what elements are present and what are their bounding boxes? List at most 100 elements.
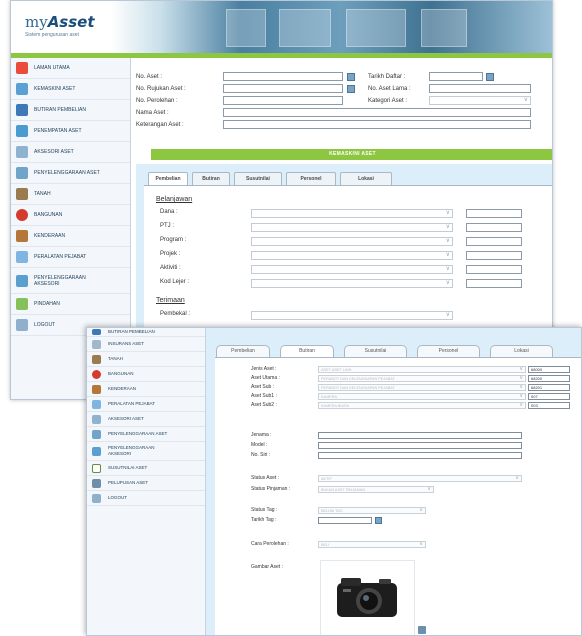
sidebar-item-label: Penyelenggaraan Aksesori [34, 274, 86, 287]
no-aset-lama-label: No. Aset Lama : [368, 86, 411, 92]
model-input[interactable] [318, 442, 522, 449]
program-select[interactable] [251, 237, 453, 246]
search-icon[interactable] [347, 85, 355, 93]
sidebar-item-aksesori-aset[interactable]: Aksesori Aset [87, 412, 205, 427]
sidebar-item-kenderaan[interactable]: Kenderaan [87, 382, 205, 397]
building-icon [92, 369, 101, 379]
jenis-aset-code[interactable]: 68000 [528, 366, 570, 373]
sidebar-item-tanah[interactable]: Tanah [11, 184, 130, 205]
purchase-icon [92, 329, 101, 335]
aset-utama-select[interactable]: PERABOT DAN KELENGKAPAN PEJABAT [318, 375, 526, 382]
sidebar-item-penyelenggaraan-aset[interactable]: Penyelenggaraan Aset [87, 427, 205, 442]
tab-lokasi[interactable]: Lokasi [490, 345, 553, 357]
sidebar-item-butiran-pembelian[interactable]: Butiran Pembelian [87, 328, 205, 337]
tarikh-tag-input[interactable] [318, 517, 372, 524]
dana-code-input[interactable] [466, 209, 522, 218]
sidebar-item-pindahan[interactable]: Pindahan [11, 294, 130, 315]
header-deco [346, 9, 406, 47]
sidebar-item-kenderaan[interactable]: Kenderaan [11, 226, 130, 247]
sidebar-item-label: Butiran Pembelian [108, 329, 155, 334]
sidebar-item-insurans-aset[interactable]: Insurans Aset [87, 337, 205, 352]
aset-sub1-select[interactable]: KAMERA [318, 393, 526, 400]
no-siri-input[interactable] [318, 452, 522, 459]
program-code-input[interactable] [466, 237, 522, 246]
tab-pembelian[interactable]: Pembelian [148, 172, 188, 186]
status-tag-select[interactable]: BELUM TAG [318, 507, 426, 514]
no-aset-lama-input[interactable] [429, 84, 531, 93]
tab-personel[interactable]: Personel [417, 345, 480, 357]
aset-utama-code[interactable]: 68200 [528, 375, 570, 382]
ptj-select[interactable] [251, 223, 453, 232]
tab-butiran[interactable]: Butiran [192, 172, 230, 185]
sidebar-item-logout[interactable]: Logout [87, 491, 205, 506]
sidebar-item-butiran-pembelian[interactable]: Butiran Pembelian [11, 100, 130, 121]
calendar-icon[interactable] [486, 73, 494, 81]
camera-image [337, 578, 397, 617]
projek-select[interactable] [251, 251, 453, 260]
asset-window-front: Butiran Pembelian Insurans Aset Tanah Ba… [86, 327, 582, 636]
sidebar-item-peralatan-pejabat[interactable]: Peralatan Pejabat [87, 397, 205, 412]
tab-personel[interactable]: Personel [286, 172, 336, 185]
aset-sub-select[interactable]: PERABOT DAN KELENGKAPAN PEJABAT [318, 384, 526, 391]
pembekal-select[interactable] [251, 311, 453, 320]
maintenance-icon [92, 429, 101, 439]
no-perolehan-input[interactable] [223, 96, 343, 105]
projek-code-input[interactable] [466, 251, 522, 260]
status-pinjaman-select[interactable]: BUKAN ASET PINJAMAN [318, 486, 434, 493]
office-equipment-icon [16, 251, 28, 263]
sidebar-item-pelupusan-aset[interactable]: Pelupusan Aset [87, 476, 205, 491]
aktiviti-select[interactable] [251, 265, 453, 274]
sidebar-item-susutnilai-aset[interactable]: Susutnilai Aset [87, 461, 205, 476]
sidebar-item-tanah[interactable]: Tanah [87, 352, 205, 367]
tab-lokasi[interactable]: Lokasi [340, 172, 392, 185]
keterangan-input[interactable] [223, 120, 531, 129]
butiran-panel: Pembelian Butiran Susutnilai Personel Lo… [206, 328, 581, 635]
tarikh-daftar-input[interactable] [429, 72, 483, 81]
sidebar-item-kemaskini-aset[interactable]: Kemaskini Aset [11, 79, 130, 100]
sidebar-item-bangunan[interactable]: Bangunan [87, 367, 205, 382]
sidebar-item-penempatan-aset[interactable]: Penempatan Aset [11, 121, 130, 142]
sidebar-item-label: Penyelenggaraan Aksesori [108, 445, 155, 456]
tab-pembelian[interactable]: Pembelian [216, 345, 270, 357]
status-aset-select[interactable]: AKTIF [318, 475, 522, 482]
depreciation-icon [92, 463, 101, 473]
sidebar-item-bangunan[interactable]: Bangunan [11, 205, 130, 226]
home-icon [16, 62, 28, 74]
app-logo[interactable]: myAsset Sistem pengurusan aset [25, 13, 95, 38]
sidebar-item-label: Aksesori Aset [34, 149, 74, 155]
header-deco [421, 9, 467, 47]
no-rujukan-input[interactable] [223, 84, 343, 93]
dana-label: Dana : [160, 209, 178, 215]
jenis-aset-select[interactable]: ASET-ASET LAIN [318, 366, 526, 373]
app-header: myAsset Sistem pengurusan aset [11, 1, 552, 53]
sidebar-item-penyelenggaraan-aksesori[interactable]: Penyelenggaraan Aksesori [87, 442, 205, 461]
cara-perolehan-select[interactable]: BELI [318, 541, 426, 548]
jenama-input[interactable] [318, 432, 522, 439]
aset-sub2-select[interactable]: KAMERA BIASA [318, 402, 526, 409]
kategori-select[interactable] [429, 96, 531, 105]
asset-image-frame [320, 560, 415, 635]
sidebar-item-laman-utama[interactable]: Laman Utama [11, 58, 130, 79]
search-icon[interactable] [347, 73, 355, 81]
sidebar-item-penyelenggaraan-aksesori[interactable]: Penyelenggaraan Aksesori [11, 268, 130, 294]
kod-lejer-select[interactable] [251, 279, 453, 288]
nama-aset-input[interactable] [223, 108, 531, 117]
aset-sub1-code[interactable]: 007 [528, 393, 570, 400]
kod-lejer-code-input[interactable] [466, 279, 522, 288]
sidebar-item-aksesori-aset[interactable]: Aksesori Aset [11, 142, 130, 163]
no-aset-input[interactable] [223, 72, 343, 81]
aktiviti-code-input[interactable] [466, 265, 522, 274]
tab-susutnilai[interactable]: Susutnilai [344, 345, 407, 357]
tab-susutnilai[interactable]: Susutnilai [234, 172, 282, 185]
sidebar-item-label: Bangunan [34, 212, 63, 218]
header-deco [279, 9, 331, 47]
dana-select[interactable] [251, 209, 453, 218]
calendar-icon[interactable] [375, 517, 382, 524]
sidebar-item-peralatan-pejabat[interactable]: Peralatan Pejabat [11, 247, 130, 268]
upload-icon[interactable] [418, 626, 426, 634]
aset-sub-code[interactable]: 68201 [528, 384, 570, 391]
aset-sub2-code[interactable]: 003 [528, 402, 570, 409]
status-tag-label: Status Tag : [251, 507, 278, 513]
ptj-code-input[interactable] [466, 223, 522, 232]
sidebar-item-penyelenggaraan-aset[interactable]: Penyelenggaraan Aset [11, 163, 130, 184]
